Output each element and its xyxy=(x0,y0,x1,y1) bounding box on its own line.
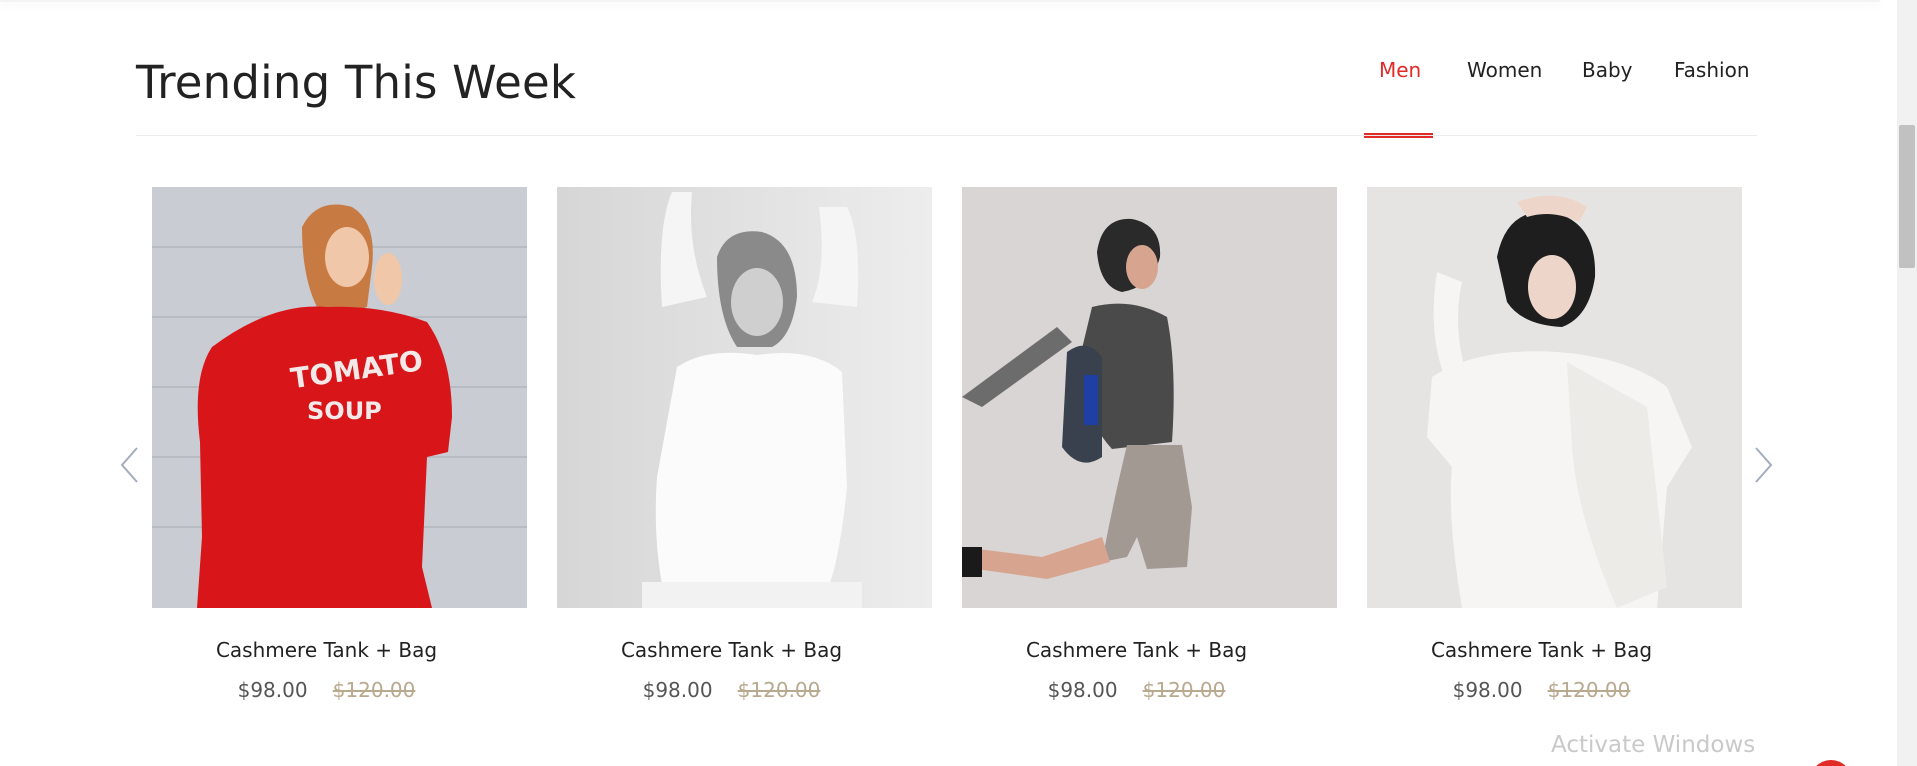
product-price-row: $98.00 $120.00 xyxy=(1367,678,1742,702)
site-header-edge xyxy=(0,0,1880,2)
photo-woman-white-top-bw xyxy=(557,187,932,608)
photo-woman-white-shirt xyxy=(1367,187,1742,608)
chevron-left-icon xyxy=(120,447,138,483)
product-old-price: $120.00 xyxy=(332,678,416,702)
product-name[interactable]: Cashmere Tank + Bag xyxy=(962,638,1337,662)
product-price: $98.00 xyxy=(1452,678,1523,702)
product-old-price: $120.00 xyxy=(1142,678,1226,702)
product-card: Cashmere Tank + Bag $98.00 $120.00 xyxy=(557,187,932,702)
section-title: Trending This Week xyxy=(136,56,577,109)
product-image[interactable] xyxy=(557,187,932,608)
product-price-row: $98.00 $120.00 xyxy=(962,678,1337,702)
product-card: TOMATO SOUP Cashmere Tank + Bag $98.00 $… xyxy=(152,187,527,702)
scrollbar-thumb[interactable] xyxy=(1899,125,1915,268)
tab-men[interactable]: Men xyxy=(1379,58,1421,82)
carousel-prev-button[interactable] xyxy=(118,445,140,485)
product-price: $98.00 xyxy=(642,678,713,702)
product-image[interactable]: TOMATO SOUP xyxy=(152,187,527,608)
tab-women[interactable]: Women xyxy=(1467,58,1542,82)
activate-windows-watermark: Activate Windows xyxy=(1551,732,1756,758)
sweatshirt-print-line2: SOUP xyxy=(307,397,382,425)
product-price-row: $98.00 $120.00 xyxy=(557,678,932,702)
product-price: $98.00 xyxy=(237,678,308,702)
product-old-price: $120.00 xyxy=(737,678,821,702)
product-image[interactable] xyxy=(962,187,1337,608)
page: Trending This Week Men Women Baby Fashio… xyxy=(0,0,1917,766)
tab-fashion[interactable]: Fashion xyxy=(1674,58,1750,82)
tab-baby[interactable]: Baby xyxy=(1582,58,1633,82)
photo-woman-red-sweatshirt: TOMATO SOUP xyxy=(152,187,527,608)
photo-man-walking-jacket xyxy=(962,187,1337,608)
carousel-next-button[interactable] xyxy=(1753,445,1775,485)
product-card: Cashmere Tank + Bag $98.00 $120.00 xyxy=(1367,187,1742,702)
page-scrollbar[interactable] xyxy=(1897,0,1917,766)
product-image[interactable] xyxy=(1367,187,1742,608)
product-old-price: $120.00 xyxy=(1547,678,1631,702)
chevron-right-icon xyxy=(1755,447,1773,483)
product-card: Cashmere Tank + Bag $98.00 $120.00 xyxy=(962,187,1337,702)
product-name[interactable]: Cashmere Tank + Bag xyxy=(1367,638,1742,662)
product-price-row: $98.00 $120.00 xyxy=(152,678,527,702)
section-divider xyxy=(136,135,1757,136)
chat-button[interactable] xyxy=(1810,760,1852,766)
product-name[interactable]: Cashmere Tank + Bag xyxy=(152,638,527,662)
product-price: $98.00 xyxy=(1047,678,1118,702)
product-name[interactable]: Cashmere Tank + Bag xyxy=(557,638,932,662)
